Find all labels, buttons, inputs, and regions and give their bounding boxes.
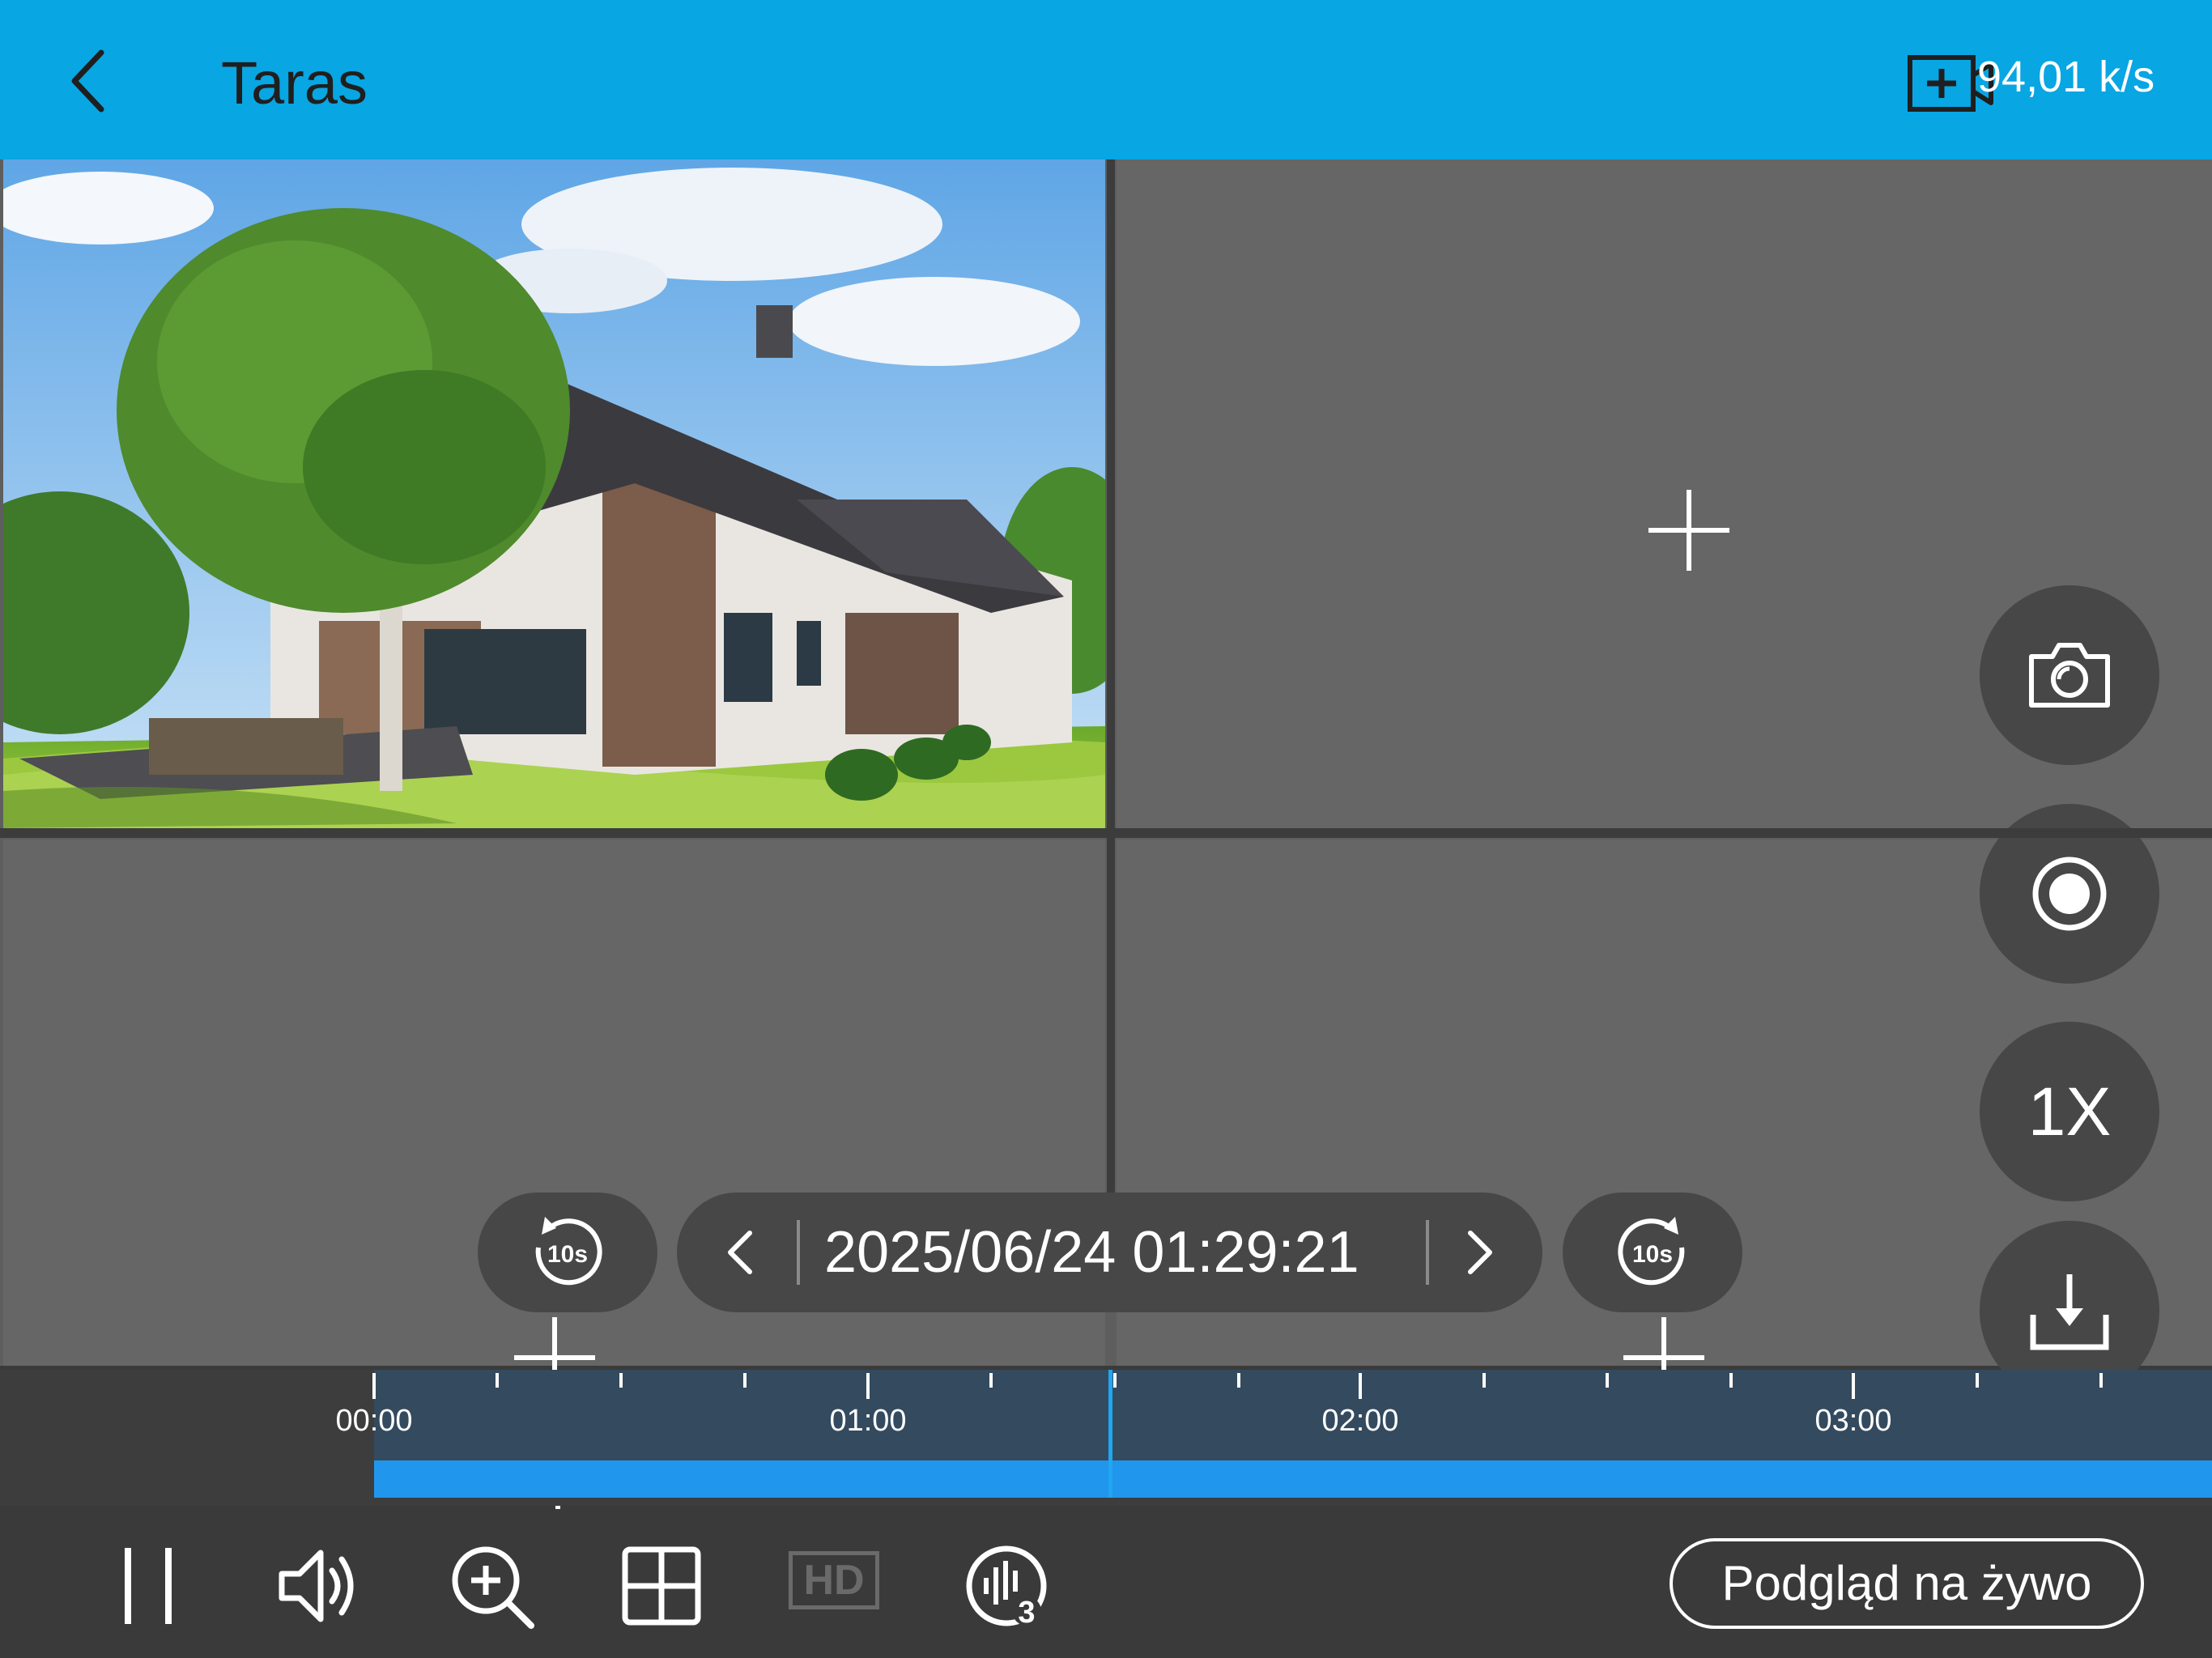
timeline-tick-label: 03:00 <box>1814 1404 1892 1438</box>
svg-text:10s: 10s <box>1632 1241 1673 1268</box>
pause-icon[interactable] <box>104 1541 193 1630</box>
timeline-recording-bar <box>374 1460 2212 1498</box>
grid-divider-vertical <box>1107 159 1115 1192</box>
snapshot-button[interactable] <box>1980 585 2159 765</box>
timeline[interactable]: 00:00 01:00 02:00 03:00 <box>0 1370 2212 1506</box>
timeline-playhead[interactable] <box>1108 1370 1112 1498</box>
grid-layout-icon[interactable] <box>617 1541 706 1630</box>
camera-view-taras[interactable] <box>3 159 1105 828</box>
forward-10s-icon: 10s <box>1618 1217 1685 1286</box>
timeline-tick-label: 02:00 <box>1321 1404 1399 1438</box>
separator <box>1426 1220 1429 1285</box>
separator <box>797 1220 800 1285</box>
rewind-10s-icon: 10s <box>535 1217 602 1286</box>
camera-feed-image <box>3 159 1105 828</box>
svg-text:10s: 10s <box>547 1241 588 1268</box>
bottom-toolbar: HD 3 Podgląd na żywo <box>0 1509 2212 1658</box>
camera-icon <box>2029 643 2110 708</box>
playback-datetime[interactable]: 2025/06/24 01:29:21 <box>824 1192 1359 1312</box>
playback-speed-button[interactable]: 1X <box>1980 1022 2159 1201</box>
forward-10s-button[interactable]: 10s <box>1563 1192 1742 1312</box>
grid-divider-horizontal <box>0 828 2212 838</box>
live-view-button[interactable]: Podgląd na żywo <box>1670 1538 2144 1629</box>
add-camera-icon[interactable] <box>1644 486 1733 575</box>
zoom-in-icon[interactable] <box>447 1541 536 1630</box>
speed-label: 1X <box>2027 1073 2112 1150</box>
audio-channels-icon[interactable]: 3 <box>962 1541 1051 1630</box>
date-navigator: 2025/06/24 01:29:21 <box>677 1192 1542 1312</box>
svg-text:3: 3 <box>1018 1596 1035 1630</box>
previous-day-icon[interactable] <box>717 1228 766 1277</box>
bitrate-readout: 94,01 k/s <box>1977 53 2155 101</box>
rewind-10s-button[interactable]: 10s <box>478 1192 657 1312</box>
chevron-left-icon[interactable] <box>57 45 130 117</box>
timeline-tick-label: 01:00 <box>829 1404 907 1438</box>
next-day-icon[interactable] <box>1454 1228 1503 1277</box>
timeline-tick-label: 00:00 <box>335 1404 413 1438</box>
top-bar: Taras 94,01 k/s <box>0 0 2212 159</box>
hd-icon[interactable]: HD <box>789 1551 879 1609</box>
page-title: Taras <box>221 49 368 117</box>
download-icon <box>2030 1274 2109 1350</box>
volume-icon[interactable] <box>275 1541 364 1630</box>
video-grid <box>0 159 2212 1560</box>
record-icon <box>2032 857 2107 931</box>
